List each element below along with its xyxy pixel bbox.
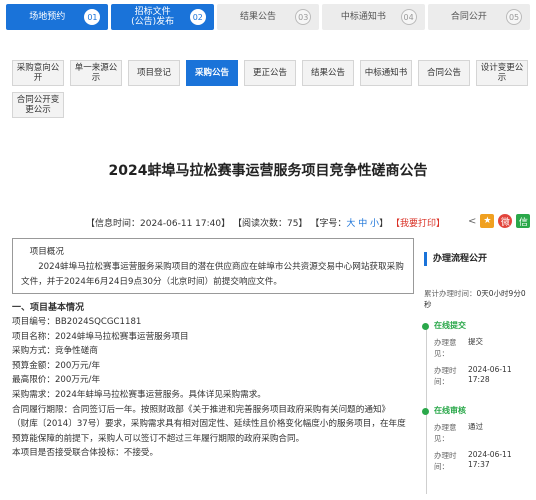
elapsed-time: 累计办理时间：0天0小时9分0秒	[424, 288, 532, 310]
font-size-label: 【字号：	[310, 219, 347, 229]
detail-line: 预算能保障的前提下，采购人可以签订不超过三年履行期限的政府采购合同。	[12, 433, 305, 444]
article-body: 项目概况 2024蚌埠马拉松赛事运营服务采购项目的潜在供应商应在蚌埠市公共资源交…	[12, 238, 414, 461]
process-timeline: 在线提交 办理意见： 提交 办理时间： 2024-06-11 17:28 在线审核 办…	[422, 320, 532, 494]
step-tender-publish[interactable]: 招标文件 (公告)发布 02	[111, 4, 214, 30]
detail-line: 最高限价：200万元/年	[12, 375, 101, 386]
font-size-options[interactable]: 大 中 小	[346, 219, 379, 229]
status-dot	[422, 323, 429, 330]
section-heading: 一、项目基本情况	[12, 303, 85, 313]
detail-line: （财库〔2014〕37号）要求，采购需求具有相对固定性、延续性且价格变化幅度小的…	[12, 419, 406, 430]
share-icon[interactable]: <	[468, 216, 476, 227]
step-number: 02	[189, 9, 206, 25]
node-key: 办理意见：	[434, 338, 457, 358]
node-value: 提交	[468, 337, 483, 346]
tab-procurement-notice[interactable]: 采购公告	[186, 60, 238, 86]
detail-line: 预算金额：200万元/年	[12, 360, 101, 371]
print-link[interactable]: 【我要打印】	[391, 219, 445, 229]
node-value: 通过	[468, 422, 483, 431]
step-venue-booking[interactable]: 场地预约 01	[6, 4, 109, 30]
project-details: 项目编号：BB2024SQCGC1181 项目名称：2024蚌埠马拉松赛事运营服…	[12, 315, 414, 461]
node-key: 办理时间：	[434, 451, 457, 471]
tab-procurement-intent[interactable]: 采购意向公开	[12, 60, 64, 86]
step-contract-public[interactable]: 合同公开 05	[427, 4, 531, 30]
project-overview-box: 项目概况 2024蚌埠马拉松赛事运营服务采购项目的潜在供应商应在蚌埠市公共资源交…	[12, 238, 414, 294]
overview-text: 2024蚌埠马拉松赛事运营服务采购项目的潜在供应商应在蚌埠市公共资源交易中心网站…	[21, 262, 404, 287]
timeline-node-submit: 在线提交 办理意见： 提交 办理时间： 2024-06-11 17:28	[422, 320, 532, 387]
node-time: 2024-06-11 17:37	[468, 450, 512, 469]
node-time: 2024-06-11 17:28	[468, 365, 512, 384]
overview-heading: 项目概况	[29, 247, 64, 257]
step-label: 招标文件 (公告)发布	[131, 7, 175, 27]
step-result-notice[interactable]: 结果公告 03	[216, 4, 320, 30]
share-bar: < ★ 微 信	[468, 214, 531, 228]
status-dot	[422, 408, 429, 415]
step-label: 场地预约	[29, 12, 66, 22]
timeline-node-review: 在线审核 办理意见： 通过 办理时间： 2024-06-11 17:37	[422, 405, 532, 472]
node-key: 办理时间：	[434, 366, 457, 386]
tab-contract-notice[interactable]: 合同公告	[418, 60, 470, 86]
detail-line: 项目名称：2024蚌埠马拉松赛事运营服务项目	[12, 331, 189, 342]
step-number: 03	[295, 9, 312, 25]
favorite-icon[interactable]: ★	[480, 214, 495, 228]
tab-design-change[interactable]: 设计变更公示	[476, 60, 528, 86]
font-size-end: 】	[379, 219, 389, 229]
step-label: 合同公开	[450, 12, 487, 22]
detail-line: 采购需求：2024年蚌埠马拉松赛事运营服务。具体详见采购需求。	[12, 389, 266, 400]
step-award-letter[interactable]: 中标通知书 04	[322, 4, 425, 30]
node-title: 在线审核	[434, 406, 466, 415]
step-number: 05	[506, 9, 523, 25]
tab-award-letter[interactable]: 中标通知书	[360, 60, 412, 86]
info-time: 【信息时间：2024-06-11 17:40】	[86, 219, 231, 229]
step-number: 01	[84, 9, 101, 25]
info-views: 【阅读次数：75】	[232, 219, 308, 229]
tab-correction-notice[interactable]: 更正公告	[244, 60, 296, 86]
step-label: 结果公告	[240, 12, 277, 22]
tab-result-notice[interactable]: 结果公告	[302, 60, 354, 86]
step-label: 中标通知书	[340, 12, 386, 22]
page-title: 2024蚌埠马拉松赛事运营服务项目竞争性磋商公告	[108, 163, 428, 179]
node-title: 在线提交	[434, 321, 466, 330]
detail-line: 采购方式：竞争性磋商	[12, 346, 98, 357]
elapsed-label: 累计办理时间：	[424, 289, 477, 298]
detail-line: 本项目是否接受联合体投标：不接受。	[12, 448, 159, 459]
detail-line: 项目编号：BB2024SQCGC1181	[12, 317, 142, 327]
tab-single-source[interactable]: 单一来源公示	[70, 60, 122, 86]
detail-line: 合同履行期限：合同签订后一年。按照财政部《关于推进和完善服务项目政府采购有关问题…	[12, 404, 391, 415]
tab-project-registration[interactable]: 项目登记	[128, 60, 180, 86]
node-key: 办理意见：	[434, 423, 457, 443]
tab-contract-change[interactable]: 合同公开变更公示	[12, 92, 64, 118]
step-number: 04	[400, 9, 417, 25]
weibo-icon[interactable]: 微	[498, 214, 513, 228]
wechat-icon[interactable]: 信	[516, 214, 531, 228]
process-steps: 场地预约 01 招标文件 (公告)发布 02 结果公告 03 中标通知书 04 合…	[6, 4, 531, 30]
info-line: 【信息时间：2024-06-11 17:40】 【阅读次数：75】 【字号：大 …	[86, 216, 445, 229]
process-sidebar: 办理流程公开 累计办理时间：0天0小时9分0秒 在线提交 办理意见： 提交 办理时…	[422, 252, 532, 494]
sidebar-heading: 办理流程公开	[424, 252, 532, 266]
